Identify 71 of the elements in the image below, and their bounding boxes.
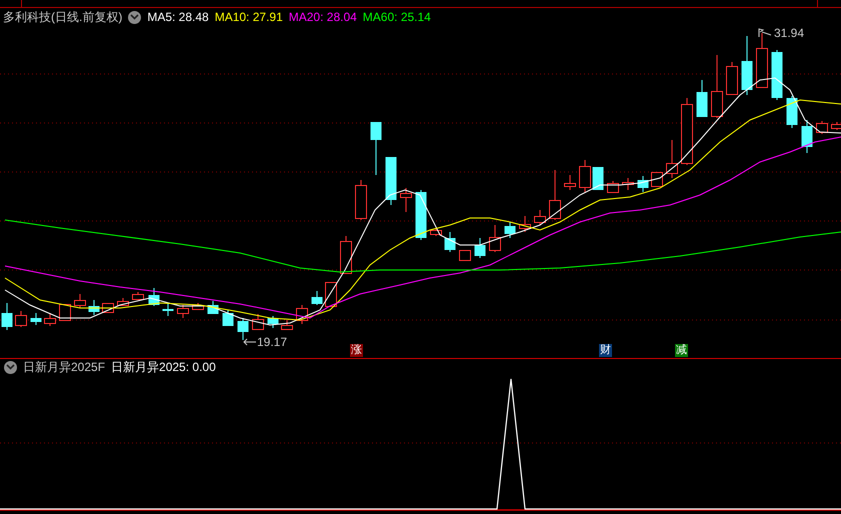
indicator-reading: 日新月异2025: 0.00 — [111, 360, 216, 374]
candlestick — [549, 170, 561, 220]
candlestick — [162, 302, 174, 316]
candlestick — [281, 320, 293, 330]
candlestick — [607, 180, 619, 194]
candlestick — [564, 174, 576, 190]
candlestick — [802, 120, 812, 154]
candlestick — [59, 304, 71, 321]
candlestick — [208, 300, 218, 314]
dropdown-icon[interactable] — [4, 360, 17, 374]
candlestick — [268, 316, 278, 328]
ma-legend-value: MA20: 28.04 — [288, 9, 357, 25]
candlestick — [772, 50, 782, 100]
candlestick — [74, 294, 86, 308]
candlestick — [117, 298, 129, 306]
high-price-label: 31.94 — [774, 26, 804, 40]
candlestick — [459, 250, 471, 262]
candlestick — [177, 304, 189, 318]
candlestick — [489, 224, 501, 252]
candlestick — [400, 188, 412, 212]
event-marker: 减 — [675, 344, 688, 357]
arrow-icon — [243, 338, 256, 346]
candlestick — [430, 228, 442, 236]
candlestick — [816, 120, 828, 134]
candlestick — [786, 96, 798, 128]
candlestick — [534, 210, 546, 226]
flag-icon — [758, 28, 772, 38]
candlestick — [666, 140, 678, 178]
candlestick — [222, 310, 234, 326]
dropdown-icon[interactable] — [128, 10, 142, 24]
candlestick — [192, 302, 204, 310]
candlestick — [579, 160, 591, 192]
candlestick — [726, 62, 738, 96]
candlestick — [312, 290, 322, 306]
candlestick — [474, 238, 486, 258]
candlestick — [132, 292, 144, 300]
candlestick — [355, 180, 367, 220]
candlestick — [15, 310, 27, 328]
candlestick — [88, 300, 100, 316]
candlestick — [252, 314, 264, 330]
candlestick — [519, 216, 531, 232]
low-price-label: 19.17 — [257, 335, 288, 349]
candlestick — [148, 288, 160, 306]
candlestick — [416, 190, 426, 240]
candlestick — [711, 54, 723, 118]
candlestick — [756, 32, 768, 88]
candlestick — [340, 236, 352, 274]
candlestick — [325, 282, 337, 307]
candlestick — [370, 122, 382, 176]
candlestick — [296, 304, 308, 324]
candlestick — [681, 98, 693, 166]
candlestick — [386, 156, 396, 206]
ma-legend-value: MA60: 25.14 — [362, 9, 431, 25]
candlestick — [2, 302, 12, 330]
candlestick — [742, 36, 752, 96]
stock-title: 多利科技(日线.前复权) — [3, 9, 122, 25]
event-marker: 涨 — [350, 344, 363, 357]
candlestick — [238, 318, 248, 340]
event-marker: 财 — [599, 344, 612, 357]
candlestick — [696, 80, 708, 118]
ma-legend-value: MA10: 27.91 — [214, 9, 283, 25]
ma-legend-value: MA5: 28.48 — [147, 9, 209, 25]
candlestick — [592, 166, 604, 190]
candlestick — [30, 312, 42, 326]
indicator-name: 日新月异2025F — [23, 360, 106, 374]
candlestick — [638, 176, 648, 192]
candlestick — [651, 172, 663, 187]
candlestick — [504, 222, 516, 238]
candlestick — [622, 178, 634, 190]
candlestick — [444, 232, 456, 252]
candlestick — [44, 312, 56, 326]
